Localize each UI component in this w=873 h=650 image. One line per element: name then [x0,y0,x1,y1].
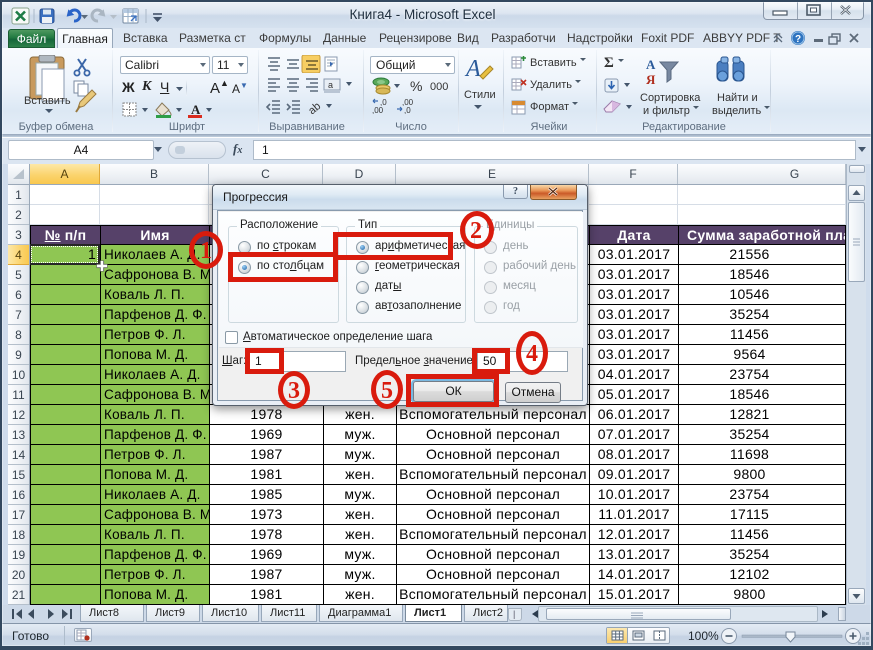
svg-text:А: А [191,102,201,117]
svg-text:ab: ab [306,100,323,116]
svg-text:Я: Я [646,72,656,86]
svg-text:a: a [328,80,333,90]
svg-text:?: ? [795,34,801,45]
svg-text:000: 000 [430,81,448,93]
svg-text:,0: ,0 [404,106,411,115]
svg-text:А: А [646,57,656,72]
svg-text:,00: ,00 [372,106,384,115]
svg-text:A: A [464,56,481,82]
svg-text:%: % [410,78,422,94]
